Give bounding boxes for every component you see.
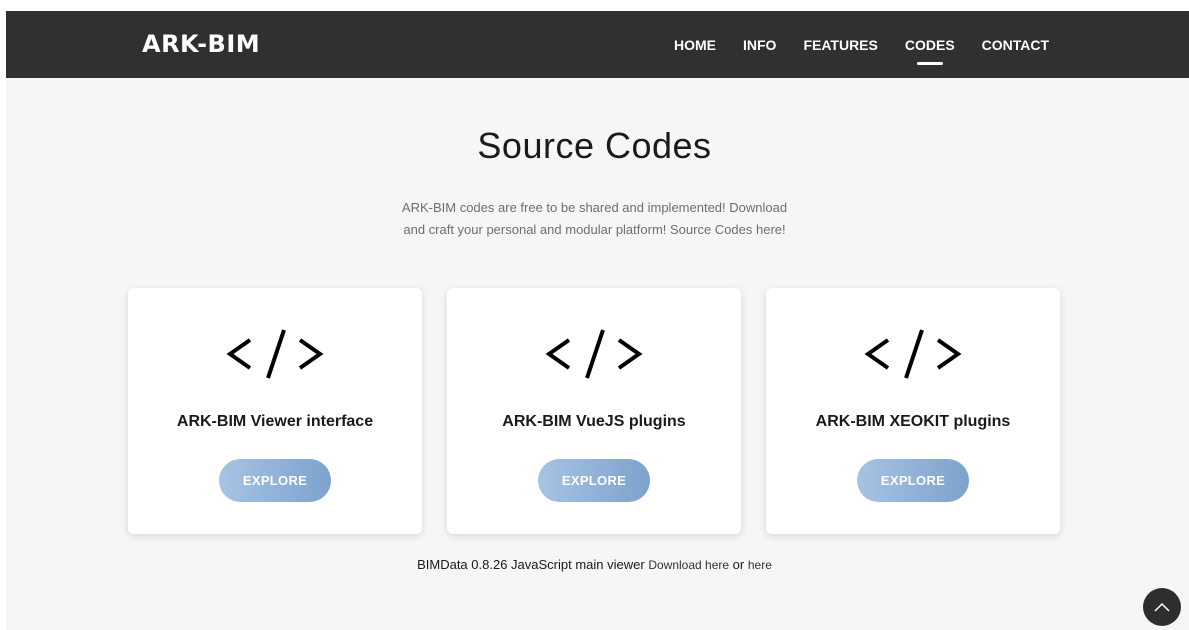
nav-info[interactable]: INFO: [743, 37, 776, 53]
subtitle-line-2: and craft your personal and modular plat…: [403, 222, 786, 237]
explore-button[interactable]: EXPLORE: [538, 459, 650, 502]
nav-contact[interactable]: CONTACT: [982, 37, 1049, 53]
subtitle-line-1: ARK-BIM codes are free to be shared and …: [401, 200, 788, 215]
logo[interactable]: ARK-BIM: [142, 31, 260, 57]
card-xeokit-plugins: ARK-BIM XEOKIT plugins EXPLORE: [766, 288, 1060, 534]
footer-text: BIMData 0.8.26 JavaScript main viewer: [417, 557, 645, 572]
code-icon: [447, 324, 741, 384]
footer-line: BIMData 0.8.26 JavaScript main viewer Do…: [0, 557, 1189, 572]
nav-home[interactable]: HOME: [674, 37, 716, 53]
alt-download-link[interactable]: here: [748, 558, 772, 572]
card-title: ARK-BIM Viewer interface: [176, 413, 374, 430]
code-icon: [766, 324, 1060, 384]
page-subtitle: ARK-BIM codes are free to be shared and …: [0, 197, 1189, 241]
footer-or: or: [732, 557, 745, 572]
chevron-up-icon: [1154, 602, 1170, 612]
card-viewer-interface: ARK-BIM Viewer interface EXPLORE: [128, 288, 422, 534]
cards-row: ARK-BIM Viewer interface EXPLORE ARK-BIM…: [128, 288, 1060, 534]
code-icon: [128, 324, 422, 384]
explore-button[interactable]: EXPLORE: [219, 459, 331, 502]
scroll-to-top-button[interactable]: [1143, 588, 1181, 626]
card-title: ARK-BIM XEOKIT plugins: [815, 413, 1011, 430]
explore-button[interactable]: EXPLORE: [857, 459, 969, 502]
card-title: ARK-BIM VueJS plugins: [502, 413, 686, 430]
navbar: ARK-BIM HOME INFO FEATURES CODES CONTACT: [6, 11, 1189, 78]
main-nav: HOME INFO FEATURES CODES CONTACT: [674, 11, 1076, 78]
nav-codes[interactable]: CODES: [905, 37, 955, 53]
nav-features[interactable]: FEATURES: [803, 37, 877, 53]
page-title: Source Codes: [477, 125, 712, 166]
download-link[interactable]: Download here: [648, 558, 729, 572]
card-vuejs-plugins: ARK-BIM VueJS plugins EXPLORE: [447, 288, 741, 534]
